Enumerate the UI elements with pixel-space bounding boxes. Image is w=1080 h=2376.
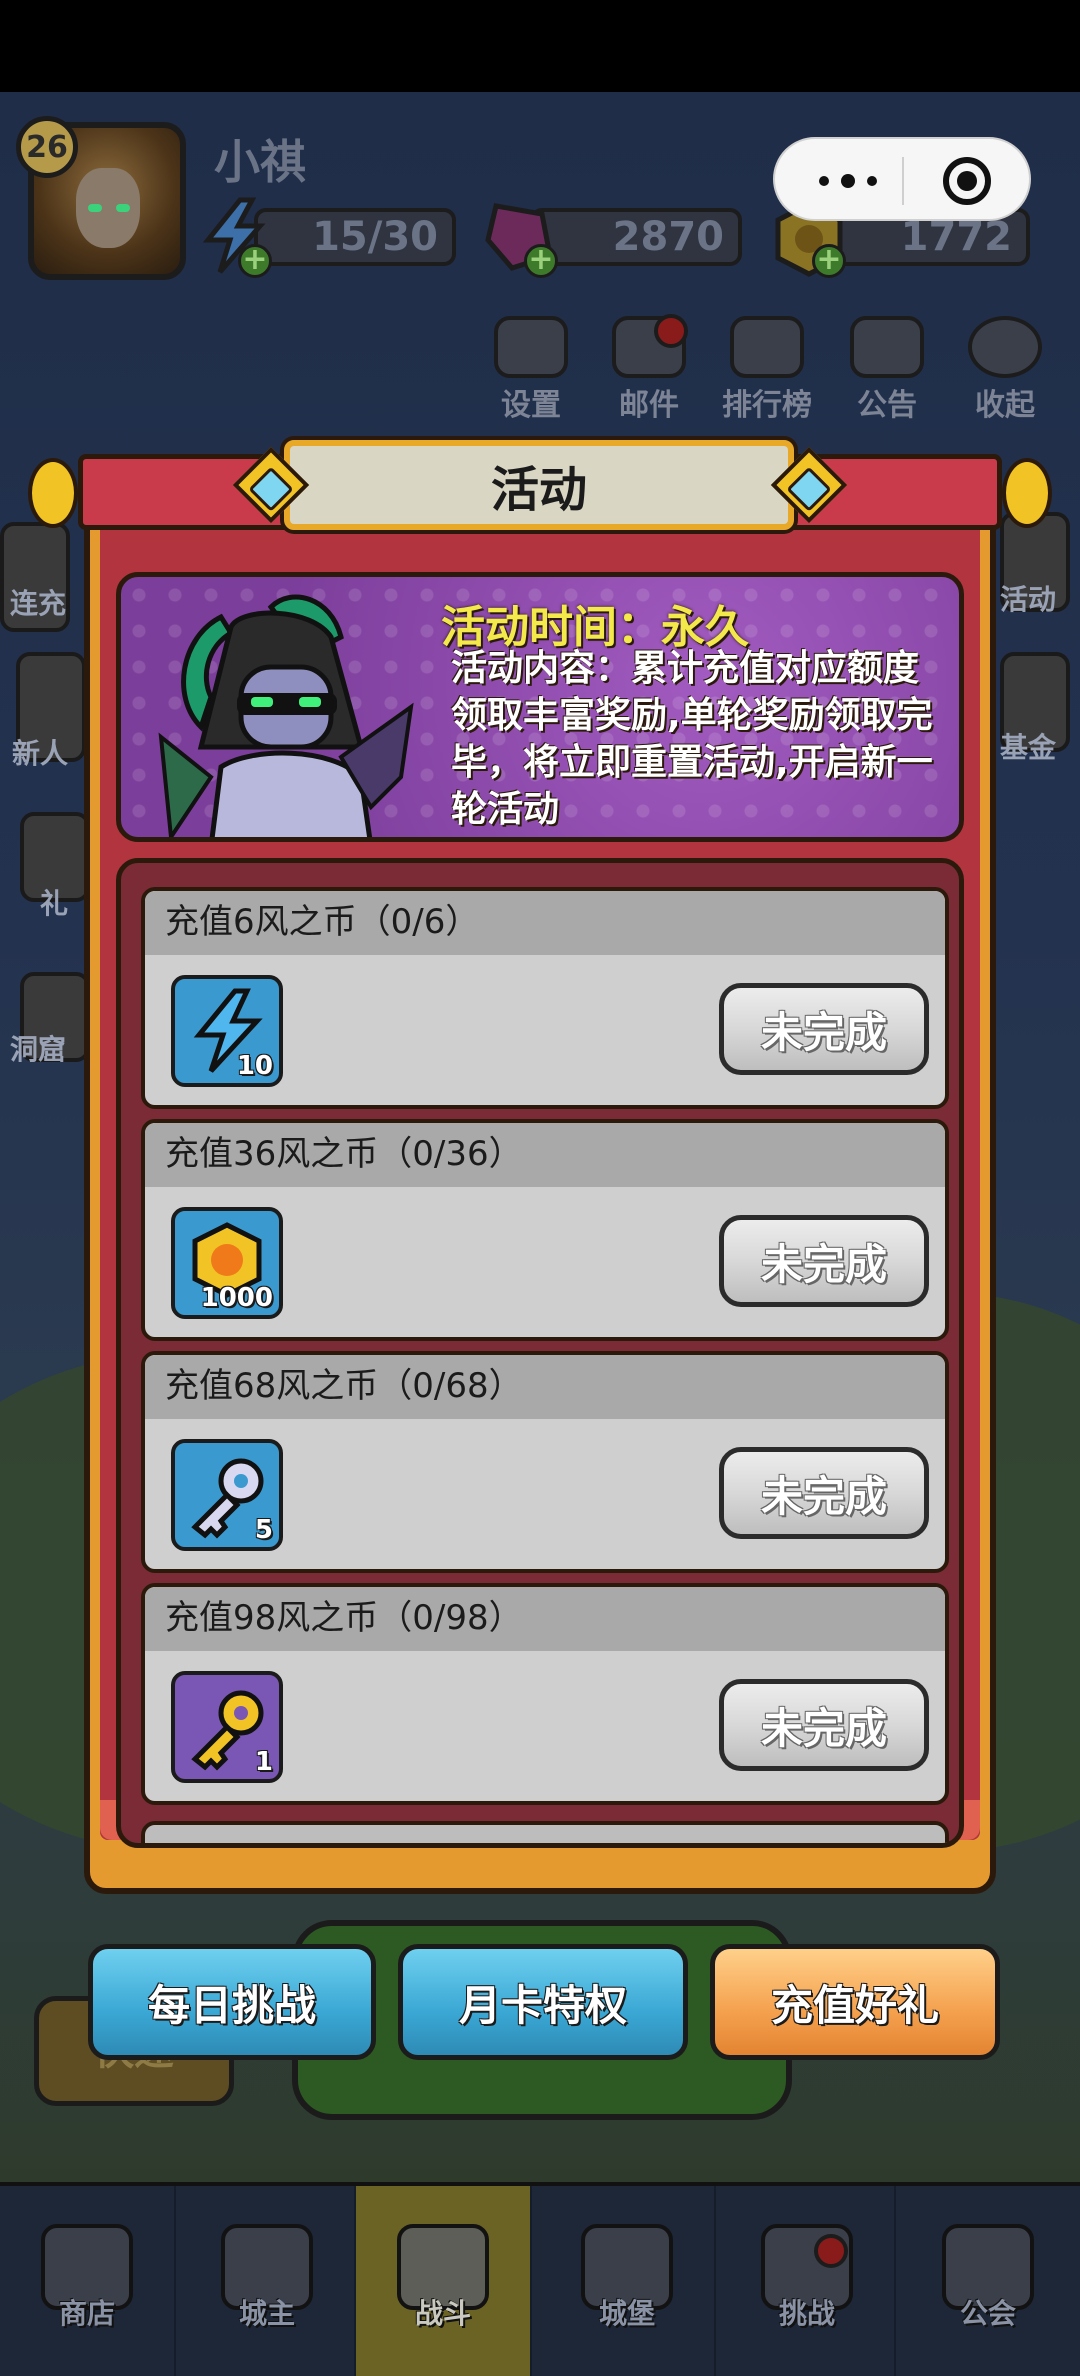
mail-label: 邮件 xyxy=(619,388,679,423)
gear-icon xyxy=(494,316,568,378)
modal-left-knob xyxy=(28,458,78,528)
reward-item[interactable]: 5 xyxy=(171,1439,283,1551)
left-event-label: 洞窟 xyxy=(10,1033,67,1066)
activity-banner: 活动时间：永久 活动内容：累计充值对应额度领取丰富奖励,单轮奖励领取完毕，将立即… xyxy=(116,572,964,842)
more-options-icon[interactable] xyxy=(813,169,883,193)
challenge-notification-dot xyxy=(814,2234,848,2268)
tab-recharge-gift[interactable]: 充值好礼 xyxy=(710,1944,1000,2060)
right-event-label: 活动 xyxy=(1000,583,1057,616)
reward-count: 10 xyxy=(236,1051,273,1081)
nav-lord[interactable]: 城主 xyxy=(180,2186,356,2376)
avatar-eye xyxy=(88,204,102,212)
nav-label: 城主 xyxy=(238,2297,295,2330)
add-gold-button[interactable]: + xyxy=(812,244,846,278)
add-energy-button[interactable]: + xyxy=(238,244,272,278)
close-miniprogram-icon[interactable] xyxy=(943,157,991,205)
task-status-button[interactable]: 未完成 xyxy=(719,1679,929,1771)
reward-item[interactable]: 10 xyxy=(171,975,283,1087)
settings-button[interactable]: 设置 xyxy=(486,316,576,424)
task-row: 充值36风之币（0/36） 1000 未完成 xyxy=(141,1119,949,1341)
reward-count: 1000 xyxy=(200,1283,273,1313)
task-status-button[interactable]: 未完成 xyxy=(719,1215,929,1307)
leaderboard-icon xyxy=(730,316,804,378)
miniprogram-capsule xyxy=(773,137,1031,221)
task-title: 充值68风之币（0/68） xyxy=(145,1355,945,1419)
nav-label: 挑战 xyxy=(778,2297,835,2330)
energy-counter: 15/30 xyxy=(254,208,456,266)
reward-count: 1 xyxy=(254,1747,273,1777)
nav-battle[interactable]: 战斗 xyxy=(356,2186,532,2376)
collapse-label: 收起 xyxy=(975,388,1035,423)
nav-label: 商店 xyxy=(58,2297,115,2330)
modal-title: 活动 xyxy=(284,440,794,530)
avatar-eye xyxy=(116,204,130,212)
task-status-button[interactable]: 未完成 xyxy=(719,1447,929,1539)
reward-item[interactable]: 1 xyxy=(171,1671,283,1783)
demon-hunter-portrait xyxy=(158,594,414,837)
left-event-label: 礼 xyxy=(40,887,69,920)
player-name: 小祺 xyxy=(214,135,306,189)
reward-item[interactable]: 1000 xyxy=(171,1207,283,1319)
nav-guild[interactable]: 公会 xyxy=(900,2186,1076,2376)
right-event-label: 基金 xyxy=(1000,731,1057,764)
task-row: 充值68风之币（0/68） 5 未完成 xyxy=(141,1351,949,1573)
avatar-face xyxy=(76,168,140,248)
collapse-icon xyxy=(968,316,1042,378)
nav-challenge[interactable]: 挑战 xyxy=(720,2186,896,2376)
tab-daily-challenge[interactable]: 每日挑战 xyxy=(88,1944,376,2060)
modal-right-knob xyxy=(1002,458,1052,528)
leaderboard-label: 排行榜 xyxy=(722,388,812,423)
capsule-divider xyxy=(902,157,904,205)
task-title: 充值36风之币（0/36） xyxy=(145,1123,945,1187)
add-gems-button[interactable]: + xyxy=(524,244,558,278)
task-status-button[interactable]: 未完成 xyxy=(719,983,929,1075)
nav-castle[interactable]: 城堡 xyxy=(540,2186,716,2376)
task-title: 充值6风之币（0/6） xyxy=(145,891,945,955)
megaphone-icon xyxy=(850,316,924,378)
task-row: 充值98风之币（0/98） 1 未完成 xyxy=(141,1583,949,1805)
activity-description: 活动内容：累计充值对应额度领取丰富奖励,单轮奖励领取完毕，将立即重置活动,开启新… xyxy=(451,648,933,830)
nav-label: 城堡 xyxy=(598,2297,655,2330)
left-event-label: 新人 xyxy=(12,737,69,770)
reward-count: 5 xyxy=(254,1515,273,1545)
mail-notification-dot xyxy=(654,314,688,348)
task-row-partial xyxy=(141,1821,949,1843)
collapse-button[interactable]: 收起 xyxy=(960,316,1050,424)
status-bar xyxy=(0,0,1080,92)
leaderboard-button[interactable]: 排行榜 xyxy=(722,316,812,424)
player-level-badge: 26 xyxy=(16,116,78,178)
task-row: 充值6风之币（0/6） 10 未完成 xyxy=(141,887,949,1109)
left-event-label: 连充 xyxy=(10,587,67,620)
announcement-label: 公告 xyxy=(857,388,917,423)
reward-task-list[interactable]: 充值6风之币（0/6） 10 未完成 充值36风之币（0/36） 1000 未完… xyxy=(116,858,964,1848)
announcement-button[interactable]: 公告 xyxy=(842,316,932,424)
nav-shop[interactable]: 商店 xyxy=(0,2186,176,2376)
settings-label: 设置 xyxy=(501,388,561,423)
nav-label: 公会 xyxy=(959,2297,1016,2330)
tab-monthly-card[interactable]: 月卡特权 xyxy=(398,1944,688,2060)
task-title: 充值98风之币（0/98） xyxy=(145,1587,945,1651)
nav-label: 战斗 xyxy=(414,2297,471,2330)
bottom-navigation: 商店 城主 战斗 城堡 挑战 公会 xyxy=(0,2182,1080,2376)
gem-counter: 2870 xyxy=(530,208,742,266)
